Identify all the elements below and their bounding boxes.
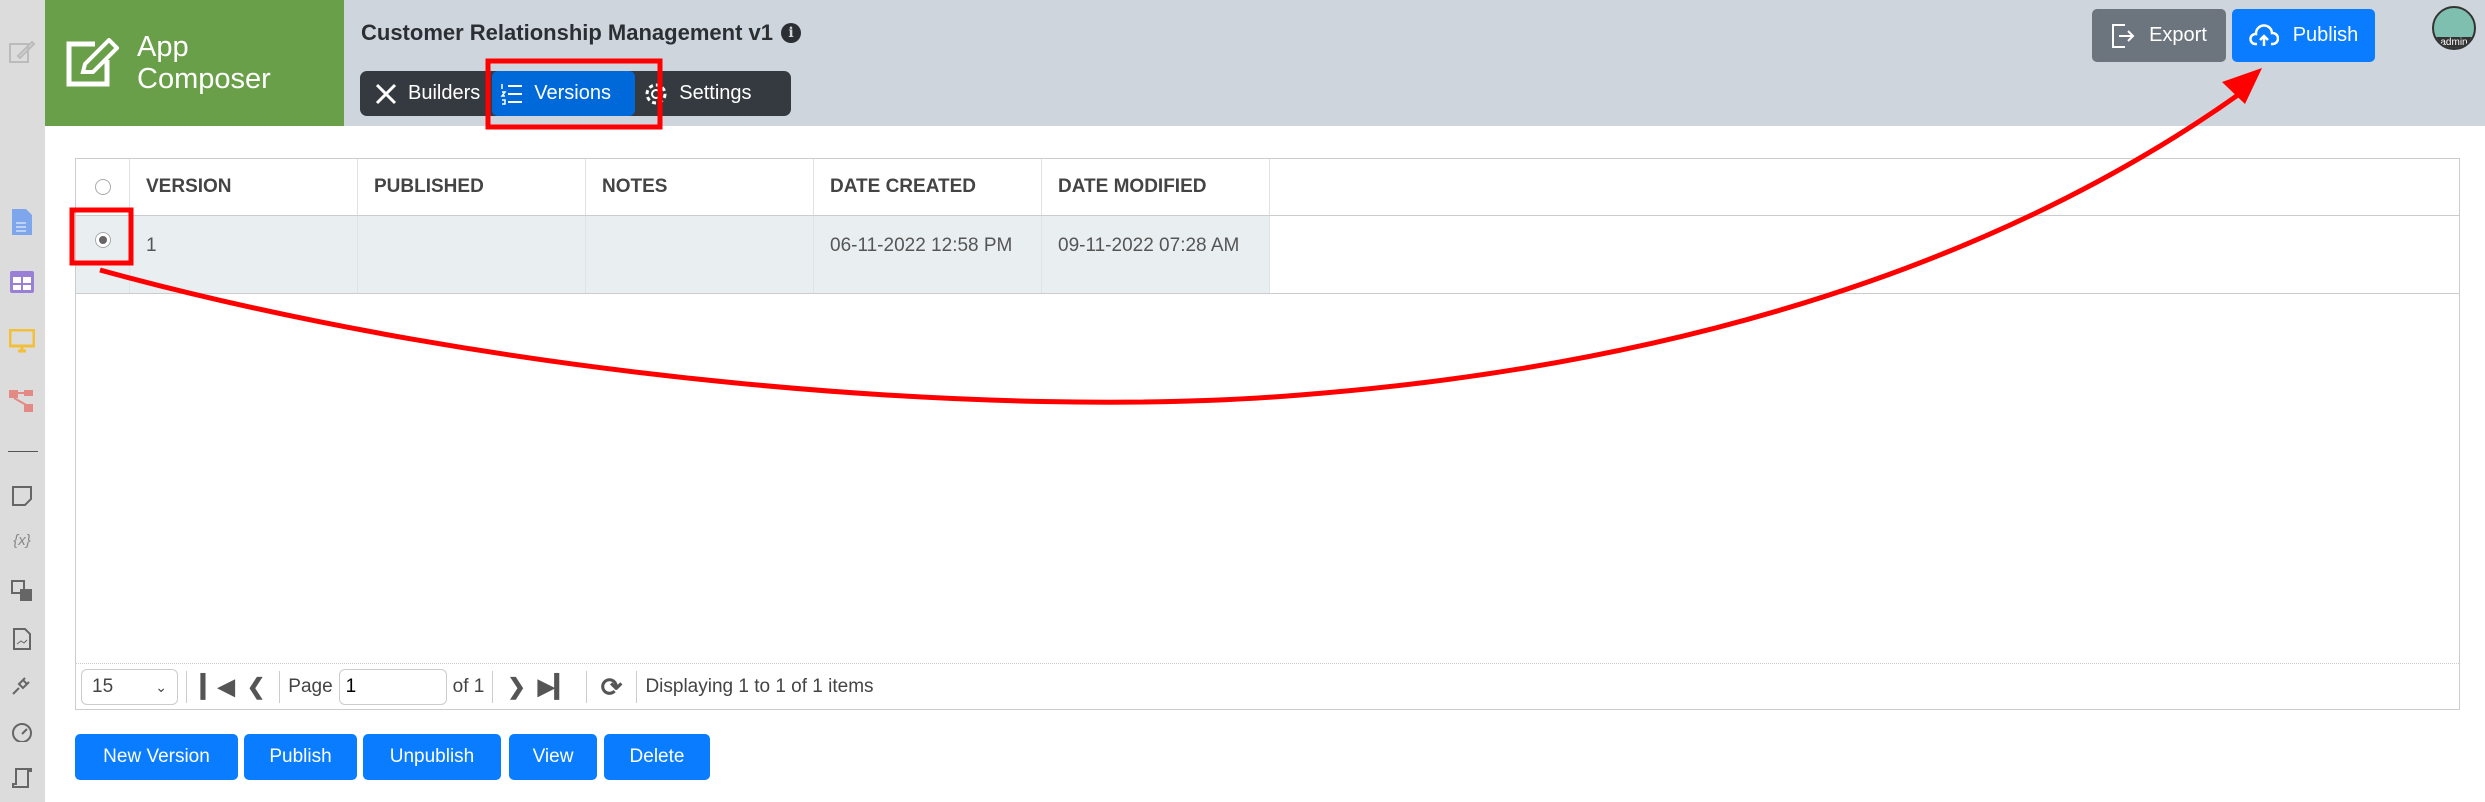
select-all-radio[interactable] <box>94 179 111 195</box>
select-all-radio-cell[interactable] <box>76 159 130 215</box>
column-header-date-created[interactable]: DATE CREATED <box>814 159 1042 215</box>
dashboard-icon[interactable] <box>8 718 36 746</box>
list-ol-icon <box>500 83 523 105</box>
column-header-published[interactable]: PUBLISHED <box>358 159 586 215</box>
column-header-notes[interactable]: NOTES <box>586 159 814 215</box>
tab-bar: Builders Versions Settings <box>360 71 791 116</box>
column-header-date-modified[interactable]: DATE MODIFIED <box>1042 159 1270 215</box>
row-select-radio[interactable] <box>94 232 111 248</box>
avatar[interactable]: admin <box>2432 6 2476 50</box>
sidebar-divider <box>8 451 38 452</box>
plug-icon[interactable] <box>8 671 36 699</box>
tab-label: Builders <box>408 82 481 104</box>
image-file-icon[interactable] <box>8 625 36 653</box>
table-icon[interactable] <box>8 268 36 296</box>
unpublish-button[interactable]: Unpublish <box>363 734 501 780</box>
page-size-value: 15 <box>92 676 114 697</box>
separator <box>636 671 638 703</box>
script-icon[interactable] <box>8 764 36 792</box>
export-label: Export <box>2149 24 2207 46</box>
publish-button[interactable]: Publish <box>244 734 357 780</box>
tab-label: Versions <box>534 82 611 104</box>
row-select-cell[interactable] <box>76 216 130 293</box>
grid-header: VERSION PUBLISHED NOTES DATE CREATED DAT… <box>76 159 2459 216</box>
separator <box>279 671 281 703</box>
next-page-icon[interactable]: ❯ <box>501 674 531 700</box>
last-page-icon[interactable]: ▶▎ <box>532 674 578 700</box>
page-label: Page <box>288 676 333 697</box>
cell-date-created: 06-11-2022 12:58 PM <box>814 216 1042 293</box>
edit-icon <box>66 38 119 87</box>
column-header-version[interactable]: VERSION <box>130 159 358 215</box>
cell-version: 1 <box>130 216 358 293</box>
tab-versions[interactable]: Versions <box>492 71 636 116</box>
app-logo[interactable]: App Composer <box>45 0 344 126</box>
cell-notes <box>586 216 814 293</box>
note-icon[interactable] <box>8 482 36 510</box>
cell-date-modified: 09-11-2022 07:28 AM <box>1042 216 1270 293</box>
tab-label: Settings <box>679 82 752 104</box>
logo-line1: App <box>137 31 189 63</box>
left-sidebar: {x} <box>0 0 45 802</box>
separator <box>186 671 187 703</box>
edit-icon[interactable] <box>8 38 36 66</box>
app-title: Customer Relationship Management v1 <box>361 20 773 45</box>
page-title: Customer Relationship Management v1 i <box>361 20 801 46</box>
workflow-icon[interactable] <box>8 387 36 415</box>
refresh-icon[interactable]: ⟳ <box>595 672 629 703</box>
separator <box>585 671 587 703</box>
builders-icon <box>375 83 397 104</box>
pager-status: Displaying 1 to 1 of 1 items <box>645 676 874 697</box>
delete-button[interactable]: Delete <box>604 734 710 780</box>
separator <box>492 671 494 703</box>
page-input[interactable] <box>338 669 447 705</box>
view-button[interactable]: View <box>509 734 597 780</box>
new-version-button[interactable]: New Version <box>75 734 238 780</box>
info-icon[interactable]: i <box>780 23 801 43</box>
publish-top-button[interactable]: Publish <box>2232 9 2375 62</box>
prev-page-icon[interactable]: ❮ <box>241 674 271 700</box>
table-row[interactable]: 1 06-11-2022 12:58 PM 09-11-2022 07:28 A… <box>76 216 2459 294</box>
translate-icon[interactable] <box>8 577 36 605</box>
pager: 15 ⌄ ▎◀ ❮ Page of 1 ❯ ▶▎ ⟳ Displaying 1 t… <box>76 663 2459 710</box>
monitor-icon[interactable] <box>8 327 36 355</box>
document-icon[interactable] <box>8 208 36 236</box>
publish-label: Publish <box>2292 24 2359 46</box>
cloud-upload-icon <box>2248 23 2279 46</box>
export-icon <box>2112 23 2135 48</box>
page-count-label: of 1 <box>452 676 485 697</box>
avatar-label: admin <box>2434 37 2474 48</box>
gear-icon <box>645 83 667 104</box>
page-size-select[interactable]: 15 ⌄ <box>81 669 178 705</box>
versions-grid: VERSION PUBLISHED NOTES DATE CREATED DAT… <box>75 158 2460 710</box>
logo-line2: Composer <box>137 63 271 95</box>
tab-settings[interactable]: Settings <box>635 71 759 116</box>
first-page-icon[interactable]: ▎◀ <box>195 674 241 700</box>
cell-published <box>358 216 586 293</box>
export-button[interactable]: Export <box>2092 9 2226 62</box>
chevron-down-icon: ⌄ <box>155 678 167 695</box>
variables-icon[interactable]: {x} <box>8 526 36 554</box>
tab-builders[interactable]: Builders <box>366 71 488 116</box>
